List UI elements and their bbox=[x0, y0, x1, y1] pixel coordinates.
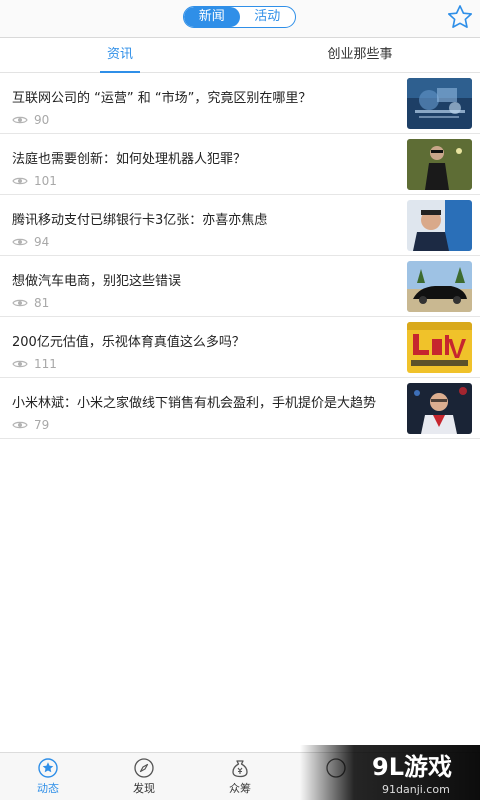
article-meta: 90 bbox=[12, 113, 49, 127]
article-item[interactable]: 互联网公司的 “运营” 和 “市场”，究竟区别在哪里？ 90 bbox=[0, 73, 480, 134]
article-title: 互联网公司的 “运营” 和 “市场”，究竟区别在哪里？ bbox=[12, 91, 312, 106]
speaker-onstage-thumbnail bbox=[407, 383, 472, 434]
segment-news[interactable]: 新闻 bbox=[184, 7, 240, 27]
money-bag-icon bbox=[232, 760, 248, 778]
category-tabs: 资讯 创业那些事 bbox=[0, 38, 480, 73]
article-meta: 94 bbox=[12, 235, 49, 249]
view-count: 94 bbox=[34, 235, 50, 249]
star-circle-icon bbox=[38, 758, 58, 778]
article-item[interactable]: 腾讯移动支付已绑银行卡3亿张：亦喜亦焦虑 94 bbox=[0, 195, 480, 256]
nav-feed[interactable]: 动态 bbox=[0, 753, 96, 800]
view-count: 79 bbox=[34, 418, 50, 432]
article-list: 互联网公司的 “运营” 和 “市场”，究竟区别在哪里？ 90 法庭也需要创新：如… bbox=[0, 73, 480, 439]
article-title: 小米林斌：小米之家做线下销售有机会盈利，手机提价是大趋势 bbox=[12, 396, 377, 411]
robot-man-thumbnail bbox=[407, 139, 472, 190]
view-count: 101 bbox=[34, 174, 57, 188]
nav-discover[interactable]: 发现 bbox=[96, 753, 192, 800]
watermark-url: 91danji.com bbox=[382, 783, 450, 796]
favorite-star-icon[interactable] bbox=[446, 3, 474, 31]
article-meta: 81 bbox=[12, 296, 49, 310]
article-item[interactable]: 想做汽车电商，别犯这些错误 81 bbox=[0, 256, 480, 317]
tech-network-thumbnail bbox=[407, 78, 472, 129]
watermark-brand: 9L游戏 bbox=[372, 753, 452, 781]
eye-icon bbox=[12, 421, 28, 429]
news-activity-segmented-control: 新闻 活动 bbox=[183, 6, 296, 28]
eye-icon bbox=[12, 360, 28, 368]
nav-crowdfunding[interactable]: 众筹 bbox=[192, 753, 288, 800]
eye-icon bbox=[12, 177, 28, 185]
article-item[interactable]: 法庭也需要创新：如何处理机器人犯罪？ 101 bbox=[0, 134, 480, 195]
article-meta: 111 bbox=[12, 357, 57, 371]
view-count: 81 bbox=[34, 296, 50, 310]
article-item[interactable]: 小米林斌：小米之家做线下销售有机会盈利，手机提价是大趋势 79 bbox=[0, 378, 480, 439]
article-title: 想做汽车电商，别犯这些错误 bbox=[12, 274, 182, 289]
article-title: 法庭也需要创新：如何处理机器人犯罪？ bbox=[12, 152, 247, 167]
article-title: 200亿元估值，乐视体育真值这么多吗？ bbox=[12, 335, 245, 350]
nav-label: 众筹 bbox=[229, 782, 251, 795]
article-meta: 79 bbox=[12, 418, 49, 432]
eye-icon bbox=[12, 116, 28, 124]
nav-label: 发现 bbox=[133, 782, 155, 795]
91danji-watermark-logo: 9L游戏 91danji.com bbox=[300, 745, 480, 800]
tab-startup-stories[interactable]: 创业那些事 bbox=[240, 38, 480, 73]
tab-news-info[interactable]: 资讯 bbox=[0, 38, 240, 73]
speaker-portrait-thumbnail bbox=[407, 200, 472, 251]
eye-icon bbox=[12, 299, 28, 307]
article-meta: 101 bbox=[12, 174, 57, 188]
article-title: 腾讯移动支付已绑银行卡3亿张：亦喜亦焦虑 bbox=[12, 213, 268, 228]
compass-icon bbox=[134, 758, 154, 778]
view-count: 111 bbox=[34, 357, 57, 371]
nav-label: 动态 bbox=[37, 782, 59, 795]
letv-sports-logo-thumbnail bbox=[407, 322, 472, 373]
article-item[interactable]: 200亿元估值，乐视体育真值这么多吗？ 111 bbox=[0, 317, 480, 378]
segment-activity[interactable]: 活动 bbox=[240, 7, 296, 27]
top-bar: 新闻 活动 bbox=[0, 0, 480, 38]
eye-icon bbox=[12, 238, 28, 246]
view-count: 90 bbox=[34, 113, 50, 127]
black-car-thumbnail bbox=[407, 261, 472, 312]
